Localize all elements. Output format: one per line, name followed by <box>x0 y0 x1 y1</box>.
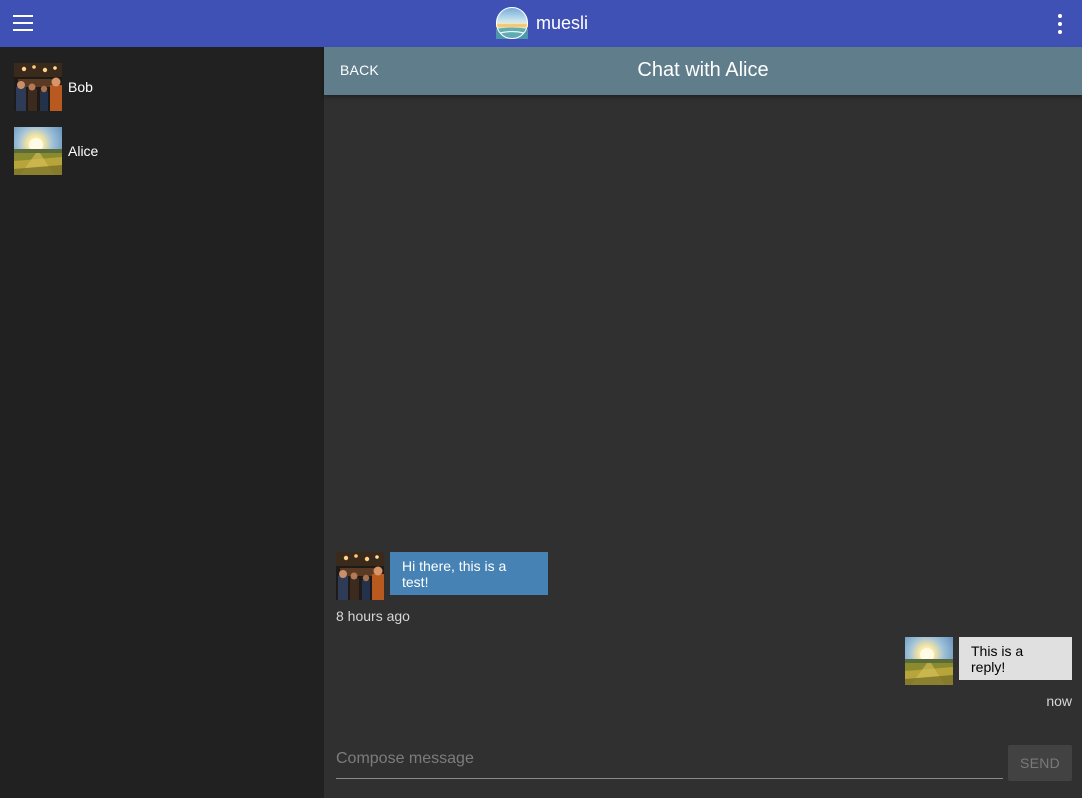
app-brand: muesli <box>496 7 588 39</box>
contact-name: Bob <box>68 79 93 95</box>
contacts-sidebar: Bob Alice <box>0 47 324 798</box>
message-bubble-incoming: Hi there, this is a test! <box>390 552 548 595</box>
alice-avatar <box>14 127 62 175</box>
muesli-logo <box>496 7 528 39</box>
message-timestamp: 8 hours ago <box>336 608 410 624</box>
compose-input[interactable] <box>336 742 1003 776</box>
contact-name: Alice <box>68 143 99 159</box>
compose-field <box>336 742 1003 779</box>
message-timestamp: now <box>1046 693 1072 709</box>
chat-title: Chat with Alice <box>637 59 769 81</box>
contact-item-alice[interactable]: Alice <box>14 127 314 175</box>
own-avatar <box>905 637 953 685</box>
hamburger-menu-icon[interactable] <box>13 15 33 31</box>
chat-header: BACK Chat with Alice <box>324 47 1082 95</box>
contact-item-bob[interactable]: Bob <box>14 63 314 111</box>
more-vertical-icon[interactable] <box>1052 13 1068 35</box>
send-button[interactable]: SEND <box>1008 745 1072 781</box>
message-bubble-outgoing: This is a reply! <box>959 637 1072 680</box>
sender-avatar <box>336 552 384 600</box>
app-bar: muesli <box>0 0 1082 47</box>
app-title: muesli <box>536 12 589 33</box>
bob-avatar <box>14 63 62 111</box>
